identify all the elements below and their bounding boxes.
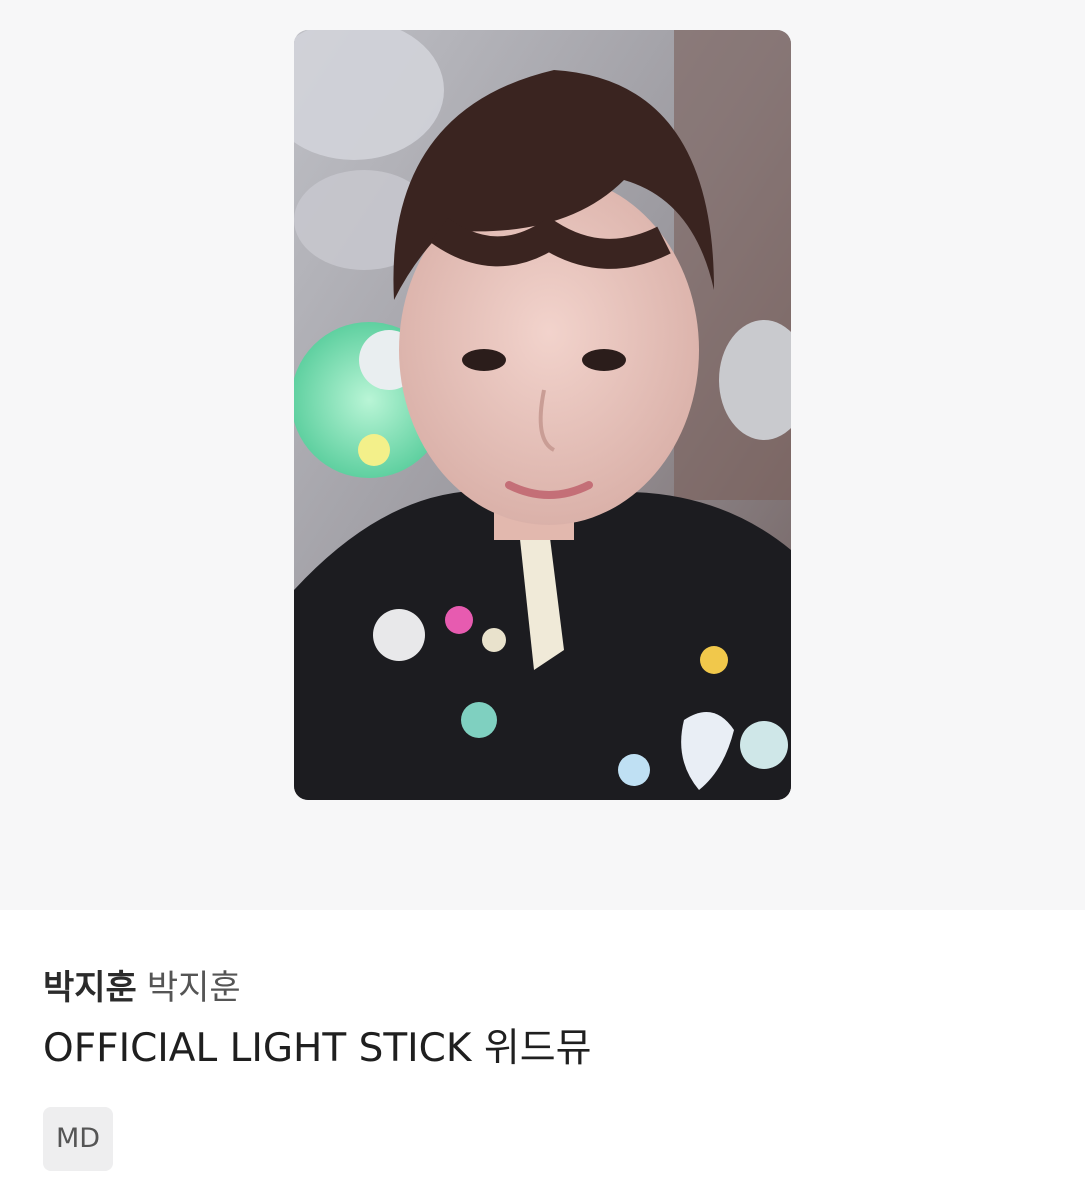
- photocard-image[interactable]: [294, 30, 791, 800]
- product-detail-page: 박지훈 박지훈 OFFICIAL LIGHT STICK 위드뮤 MD: [0, 0, 1085, 1200]
- product-title: OFFICIAL LIGHT STICK 위드뮤: [43, 1026, 592, 1071]
- artist-row: 박지훈 박지훈: [43, 960, 1043, 1010]
- category-badge: MD: [43, 1107, 114, 1171]
- photocard-illustration: [294, 30, 791, 800]
- product-image-area: [0, 0, 1085, 910]
- artist-name[interactable]: 박지훈: [43, 960, 137, 1009]
- member-name[interactable]: 박지훈: [147, 960, 241, 1009]
- product-info: 박지훈 박지훈 OFFICIAL LIGHT STICK 위드뮤 MD: [43, 960, 1043, 1171]
